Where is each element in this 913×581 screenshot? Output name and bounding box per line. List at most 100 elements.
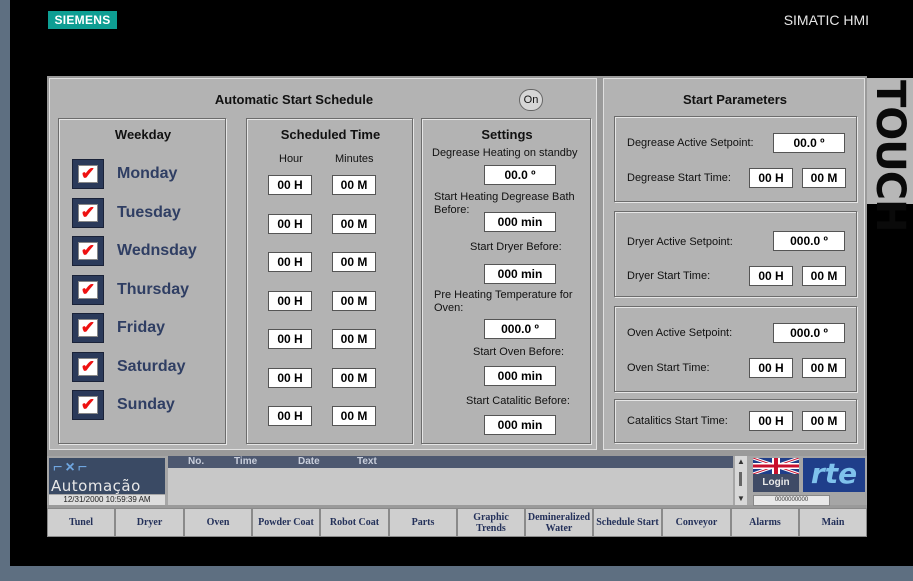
siemens-logo: SIEMENS xyxy=(48,11,117,29)
hour-field[interactable]: 00 H xyxy=(268,329,312,349)
minute-field[interactable]: 00 M xyxy=(332,329,376,349)
degrease-start-minute[interactable]: 00 M xyxy=(802,168,846,188)
minute-field[interactable]: 00 M xyxy=(332,252,376,272)
degrease-setpoint-label: Degrease Active Setpoint: xyxy=(627,137,754,149)
nav-button[interactable]: Conveyor xyxy=(662,508,731,537)
day-checkbox[interactable]: ✔ xyxy=(72,351,104,382)
day-label: Sunday xyxy=(117,396,175,413)
login-button[interactable]: Login xyxy=(753,474,799,492)
start-parameters-panel: Start Parameters Degrease Active Setpoin… xyxy=(603,78,865,450)
catalitics-start-minute[interactable]: 00 M xyxy=(802,411,846,431)
nav-button[interactable]: Robot Coat xyxy=(320,508,389,537)
start-catalitic-field[interactable]: 000 min xyxy=(484,415,556,435)
hour-field[interactable]: 00 H xyxy=(268,367,312,388)
user-field: 0000000000 xyxy=(753,495,830,506)
start-oven-label: Start Oven Before: xyxy=(473,346,565,358)
day-label: Wednsday xyxy=(117,242,197,259)
oven-start-hour[interactable]: 00 H xyxy=(749,358,793,378)
schedule-panel: Automatic Start Schedule On Weekday ✔ Mon… xyxy=(49,78,597,450)
nav-button[interactable]: Graphic Trends xyxy=(457,508,525,537)
dryer-setpoint-field[interactable]: 000.0 º xyxy=(773,231,845,251)
start-oven-field[interactable]: 000 min xyxy=(484,366,556,386)
nav-button[interactable]: Powder Coat xyxy=(252,508,320,537)
automacao-logo: ⌐×⌐ Automação xyxy=(49,458,165,495)
day-checkbox[interactable]: ✔ xyxy=(72,197,104,228)
oven-start-minute[interactable]: 00 M xyxy=(802,358,846,378)
dryer-setpoint-label: Dryer Active Setpoint: xyxy=(627,236,733,248)
touch-tab: TOUCH xyxy=(867,78,913,232)
hour-label: Hour xyxy=(279,153,303,165)
settings-title: Settings xyxy=(481,127,533,142)
dryer-params-group: Dryer Active Setpoint: 000.0 º Dryer Sta… xyxy=(614,211,857,297)
axn-mark-icon: ⌐×⌐ xyxy=(53,459,91,476)
nav-button[interactable]: Oven xyxy=(184,508,252,537)
scheduled-time-title: Scheduled Time xyxy=(280,127,381,142)
dryer-start-minute[interactable]: 00 M xyxy=(802,266,846,286)
scroll-down-icon[interactable]: ▼ xyxy=(737,494,745,503)
minute-field[interactable]: 00 M xyxy=(332,175,376,195)
checkmark-icon: ✔ xyxy=(78,165,98,183)
degrease-setpoint-field[interactable]: 00.0 º xyxy=(773,133,845,153)
nav-button[interactable]: Alarms xyxy=(731,508,799,537)
weekday-group: Weekday ✔ Monday ✔ Tuesday ✔ Wednsday ✔ Thursda… xyxy=(58,118,226,444)
minutes-label: Minutes xyxy=(335,153,374,165)
start-heating-field[interactable]: 000 min xyxy=(484,212,556,232)
scroll-up-icon[interactable]: ▲ xyxy=(737,457,745,466)
preheat-label: Pre Heating Temperature for Oven: xyxy=(434,289,573,314)
settings-group: Settings Degrease Heating on standby 00.… xyxy=(421,118,591,444)
minute-field[interactable]: 00 M xyxy=(332,213,376,234)
schedule-title: Automatic Start Schedule xyxy=(214,92,374,107)
alarm-scrollbar[interactable]: ▲ ▼ xyxy=(735,456,747,505)
minute-field[interactable]: 00 M xyxy=(332,290,376,311)
catalitics-start-time-label: Catalitics Start Time: xyxy=(627,415,728,427)
hmi-screen: Automatic Start Schedule On Weekday ✔ Mon… xyxy=(47,76,867,537)
datetime-display: 12/31/2000 10:59:39 AM xyxy=(49,495,165,505)
checkmark-icon: ✔ xyxy=(78,203,98,222)
hour-field[interactable]: 00 H xyxy=(268,175,312,195)
schedule-on-button[interactable]: On xyxy=(519,89,543,111)
hour-field[interactable]: 00 H xyxy=(268,213,312,234)
catalitics-start-hour[interactable]: 00 H xyxy=(749,411,793,431)
start-catalitic-label: Start Catalitic Before: xyxy=(466,395,570,407)
hour-field[interactable]: 00 H xyxy=(268,406,312,426)
nav-button[interactable]: Main xyxy=(799,508,867,537)
alarm-col-date: Date xyxy=(298,456,320,467)
uk-flag-icon[interactable] xyxy=(752,456,800,476)
dryer-start-hour[interactable]: 00 H xyxy=(749,266,793,286)
nav-button[interactable]: Dryer xyxy=(115,508,184,537)
alarm-col-no: No. xyxy=(188,456,205,467)
preheat-field[interactable]: 000.0 º xyxy=(484,319,556,339)
alarm-col-time: Time xyxy=(234,456,258,467)
degrease-standby-field[interactable]: 00.0 º xyxy=(484,165,556,185)
day-checkbox[interactable]: ✔ xyxy=(72,313,104,343)
minute-field[interactable]: 00 M xyxy=(332,406,376,426)
degrease-start-time-label: Degrease Start Time: xyxy=(627,172,731,184)
day-checkbox[interactable]: ✔ xyxy=(72,236,104,266)
start-dryer-field[interactable]: 000 min xyxy=(484,264,556,284)
oven-start-time-label: Oven Start Time: xyxy=(627,362,710,374)
oven-setpoint-field[interactable]: 000.0 º xyxy=(773,323,845,343)
hour-field[interactable]: 00 H xyxy=(268,252,312,272)
degrease-start-hour[interactable]: 00 H xyxy=(749,168,793,188)
minute-field[interactable]: 00 M xyxy=(332,367,376,388)
day-checkbox[interactable]: ✔ xyxy=(72,274,104,305)
nav-button[interactable]: Demineralized Water xyxy=(525,508,593,537)
scroll-thumb[interactable] xyxy=(739,472,742,486)
hour-field[interactable]: 00 H xyxy=(268,290,312,311)
nav-button[interactable]: Tunel xyxy=(47,508,115,537)
nav-button[interactable]: Schedule Start xyxy=(593,508,662,537)
day-checkbox[interactable]: ✔ xyxy=(72,159,104,189)
oven-setpoint-label: Oven Active Setpoint: xyxy=(627,327,733,339)
nav-button[interactable]: Parts xyxy=(389,508,457,537)
product-label: SIMATIC HMI xyxy=(783,12,869,28)
day-label: Thursday xyxy=(117,280,190,298)
touch-label: TOUCH xyxy=(867,80,913,232)
checkmark-icon: ✔ xyxy=(78,319,98,337)
start-parameters-title: Start Parameters xyxy=(682,92,788,107)
day-label: Saturday xyxy=(117,357,186,375)
checkmark-icon: ✔ xyxy=(78,396,98,414)
day-checkbox[interactable]: ✔ xyxy=(72,390,104,420)
alarm-view[interactable]: No. Time Date Text xyxy=(168,456,733,505)
status-bar: ⌐×⌐ Automação 12/31/2000 10:59:39 AM No.… xyxy=(47,456,867,506)
day-label: Tuesday xyxy=(117,203,181,221)
